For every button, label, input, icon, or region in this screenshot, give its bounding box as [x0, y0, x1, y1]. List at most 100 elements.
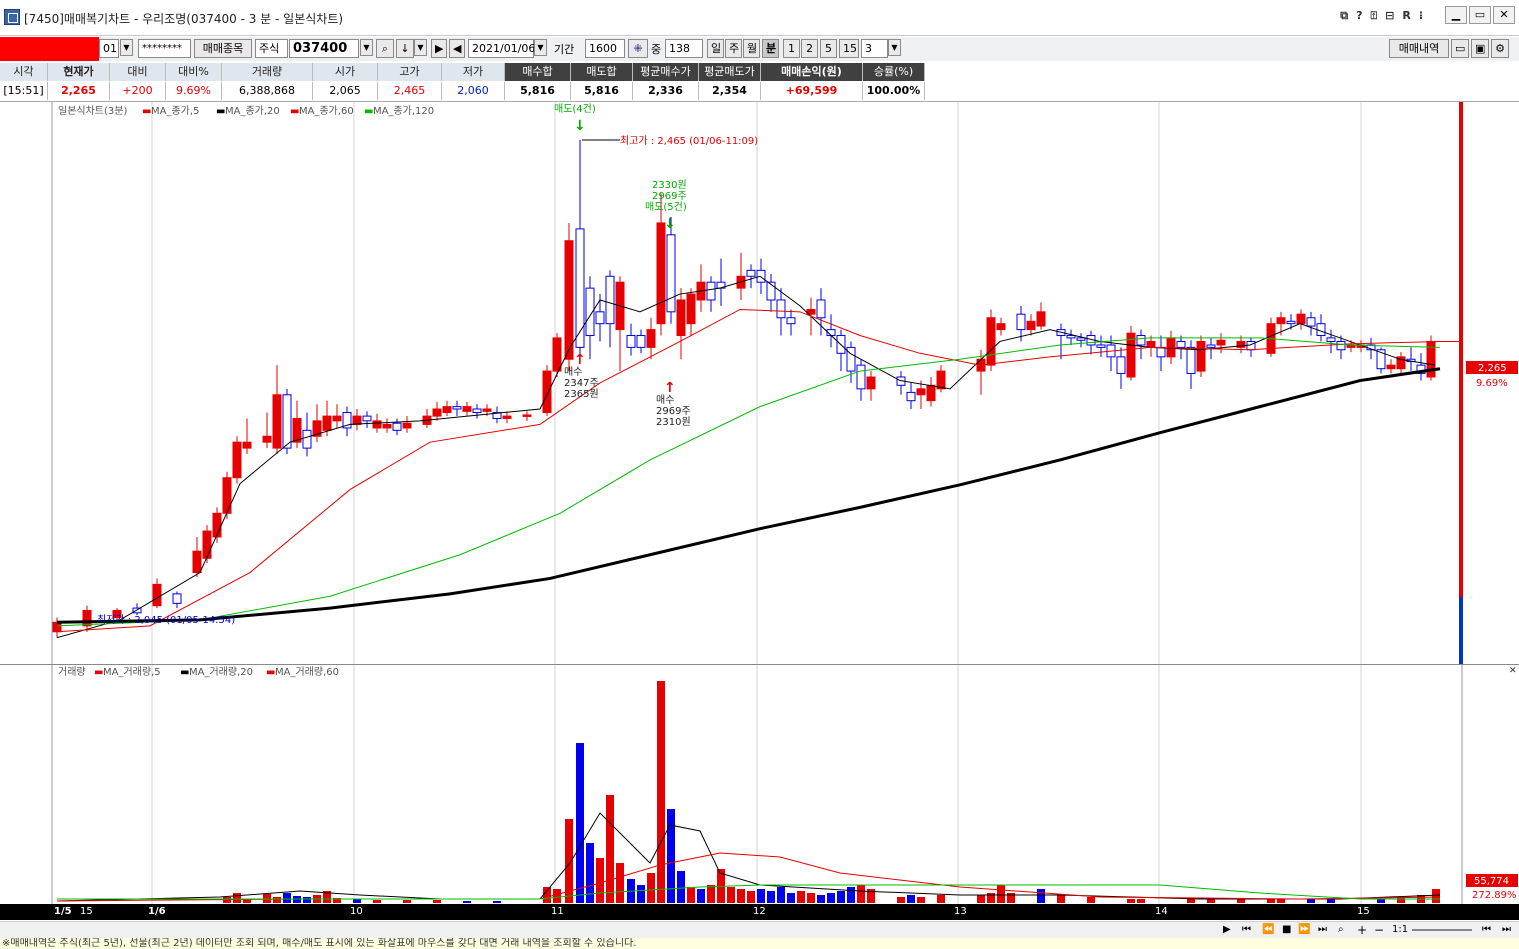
minute-select[interactable]: 3: [861, 39, 888, 58]
price-chart-panel[interactable]: 일본식차트(3분) ▬ MA_종가,5 ▬ MA_종가,20 ▬ MA_종가,60 ▬ MA_종…: [0, 101, 1519, 664]
interval-button[interactable]: 1: [783, 39, 800, 58]
trade-history-button[interactable]: 매매내역: [1389, 39, 1449, 58]
volume-bar: [543, 887, 551, 903]
folder-icon[interactable]: ▭: [1451, 39, 1469, 58]
layout-icon[interactable]: ⊟: [1385, 9, 1394, 23]
time-axis-label: 12: [753, 906, 766, 917]
candle-body: [756, 269, 766, 283]
next-icon[interactable]: ▶: [431, 39, 447, 58]
volume-bar: [857, 885, 865, 903]
candle-body: [666, 234, 676, 313]
save-icon[interactable]: ▣: [1471, 39, 1489, 58]
link-icon[interactable]: ⧉: [1340, 9, 1348, 23]
chart-type-icon[interactable]: ⁜: [628, 39, 648, 58]
candle-body: [1316, 323, 1326, 337]
trade-items-button[interactable]: 매매종목: [194, 39, 252, 58]
time-axis-label: 13: [954, 906, 967, 917]
candle-body: [392, 422, 402, 431]
reset-icon[interactable]: R: [1402, 9, 1410, 23]
scroll-left-icon[interactable]: ▶: [1223, 924, 1231, 935]
volume-chart-panel[interactable]: ✕ 거래량 ▬ MA_거래량,5 ▬ MA_거래량,20 ▬ MA_거래량,60 55,774 2…: [0, 664, 1519, 905]
candle-body: [1036, 311, 1046, 327]
candle-body: [646, 329, 656, 348]
current-price-label: 2,265: [1478, 363, 1507, 374]
interval-button[interactable]: 2: [801, 39, 818, 58]
volume-bar: [837, 891, 845, 903]
minimize-button[interactable]: ▁: [1445, 6, 1467, 24]
search-icon-small[interactable]: ⌕: [1338, 924, 1344, 935]
candle-body: [82, 609, 92, 627]
interval-button[interactable]: 월: [743, 39, 760, 58]
minute-dropdown-icon[interactable]: ▼: [888, 39, 901, 56]
candle-body: [272, 394, 282, 449]
password-field[interactable]: ********: [138, 39, 191, 58]
candle-body: [232, 441, 242, 479]
candle-body: [1326, 337, 1336, 342]
menu-icon[interactable]: ⁝: [1419, 9, 1423, 23]
candle-body: [1286, 320, 1296, 325]
candle-body: [1186, 346, 1196, 374]
pin-icon[interactable]: ⍐: [1371, 9, 1378, 23]
scroll-start-icon[interactable]: ⏮: [1242, 924, 1251, 935]
date-dropdown-icon[interactable]: ▼: [534, 39, 547, 56]
price-chart[interactable]: 일본식차트(3분) ▬ MA_종가,5 ▬ MA_종가,20 ▬ MA_종가,60 ▬ MA_종…: [0, 102, 1519, 664]
buy-arrow-icon: ↑: [664, 380, 676, 396]
candle-body: [132, 607, 142, 614]
scroll-back-icon[interactable]: ⏪: [1262, 924, 1274, 935]
account-dropdown-icon[interactable]: ▼: [120, 39, 133, 56]
volume-bar: [1432, 889, 1440, 903]
market-type-select[interactable]: 주식: [255, 39, 288, 58]
interval-button[interactable]: 5: [820, 39, 837, 58]
scroll-end-icon[interactable]: ⏭: [1318, 924, 1327, 935]
info-value: [15:51]: [0, 82, 48, 100]
ma5-line: [56, 275, 1436, 639]
candle-body: [242, 441, 252, 449]
interval-button[interactable]: 일: [707, 39, 724, 58]
sort-icon[interactable]: ↓: [396, 39, 414, 58]
candle-body: [816, 299, 826, 319]
volume-bar: [353, 899, 361, 903]
account-suffix[interactable]: 01: [99, 39, 119, 58]
candle-body: [322, 415, 332, 431]
volume-bar: [1237, 899, 1245, 903]
candle-body: [552, 337, 562, 372]
zoom-out-icon[interactable]: −: [1374, 923, 1384, 937]
volume-bar: [433, 900, 441, 903]
stop-icon[interactable]: ■: [1282, 924, 1291, 935]
app-window: [7450]매매복기차트 - 우리조명(037400 - 3 분 - 일본식차트…: [0, 0, 1519, 949]
period-input[interactable]: 1600: [585, 39, 625, 58]
interval-button[interactable]: 15: [839, 39, 859, 58]
ma-legend-label: MA_종가,20: [225, 105, 280, 117]
maximize-button[interactable]: ▭: [1469, 6, 1491, 24]
stock-code-input[interactable]: 037400: [289, 39, 359, 58]
candle-body: [1336, 340, 1346, 351]
chart-scrollbar[interactable]: ▶ ⏮ ⏪ ■ ⏩ ⏭ ⌕ + − 1:1 ⏮ ⏭: [0, 921, 1519, 938]
date-input[interactable]: 2021/01/06: [468, 39, 535, 58]
settings-icon[interactable]: ⚙: [1491, 39, 1509, 58]
interval-button[interactable]: 분: [762, 39, 779, 58]
ma20-line: [56, 308, 1441, 633]
volume-chart[interactable]: ✕거래량 ▬ MA_거래량,5 ▬ MA_거래량,20 ▬ MA_거래량,6055,7742…: [0, 665, 1519, 905]
time-axis-label: 11: [551, 906, 564, 917]
ma-legend-label: MA_거래량,60: [275, 666, 339, 678]
sort-dropdown-icon[interactable]: ▼: [414, 39, 427, 56]
code-dropdown-icon[interactable]: ▼: [360, 39, 373, 56]
candle-body: [352, 415, 362, 425]
last-page-icon[interactable]: ⏭: [1502, 924, 1511, 935]
info-header: 대비: [110, 63, 166, 81]
zoom-slider[interactable]: [1412, 929, 1472, 931]
info-header: 평균매도가: [699, 63, 761, 81]
help-icon[interactable]: ?: [1356, 9, 1362, 23]
candle-body: [1216, 339, 1226, 346]
zoom-input[interactable]: 138: [665, 39, 703, 58]
first-page-icon[interactable]: ⏮: [1482, 924, 1491, 935]
info-header: 평균매수가: [633, 63, 699, 81]
candle-body: [1176, 340, 1186, 348]
search-icon[interactable]: ⌕: [376, 39, 394, 58]
interval-button[interactable]: 주: [725, 39, 742, 58]
close-button[interactable]: ✕: [1493, 6, 1515, 24]
prev-icon[interactable]: ◀: [449, 39, 465, 58]
scroll-forward-icon[interactable]: ⏩: [1298, 924, 1310, 935]
info-header: 시가: [313, 63, 378, 81]
zoom-in-icon[interactable]: +: [1357, 923, 1367, 937]
